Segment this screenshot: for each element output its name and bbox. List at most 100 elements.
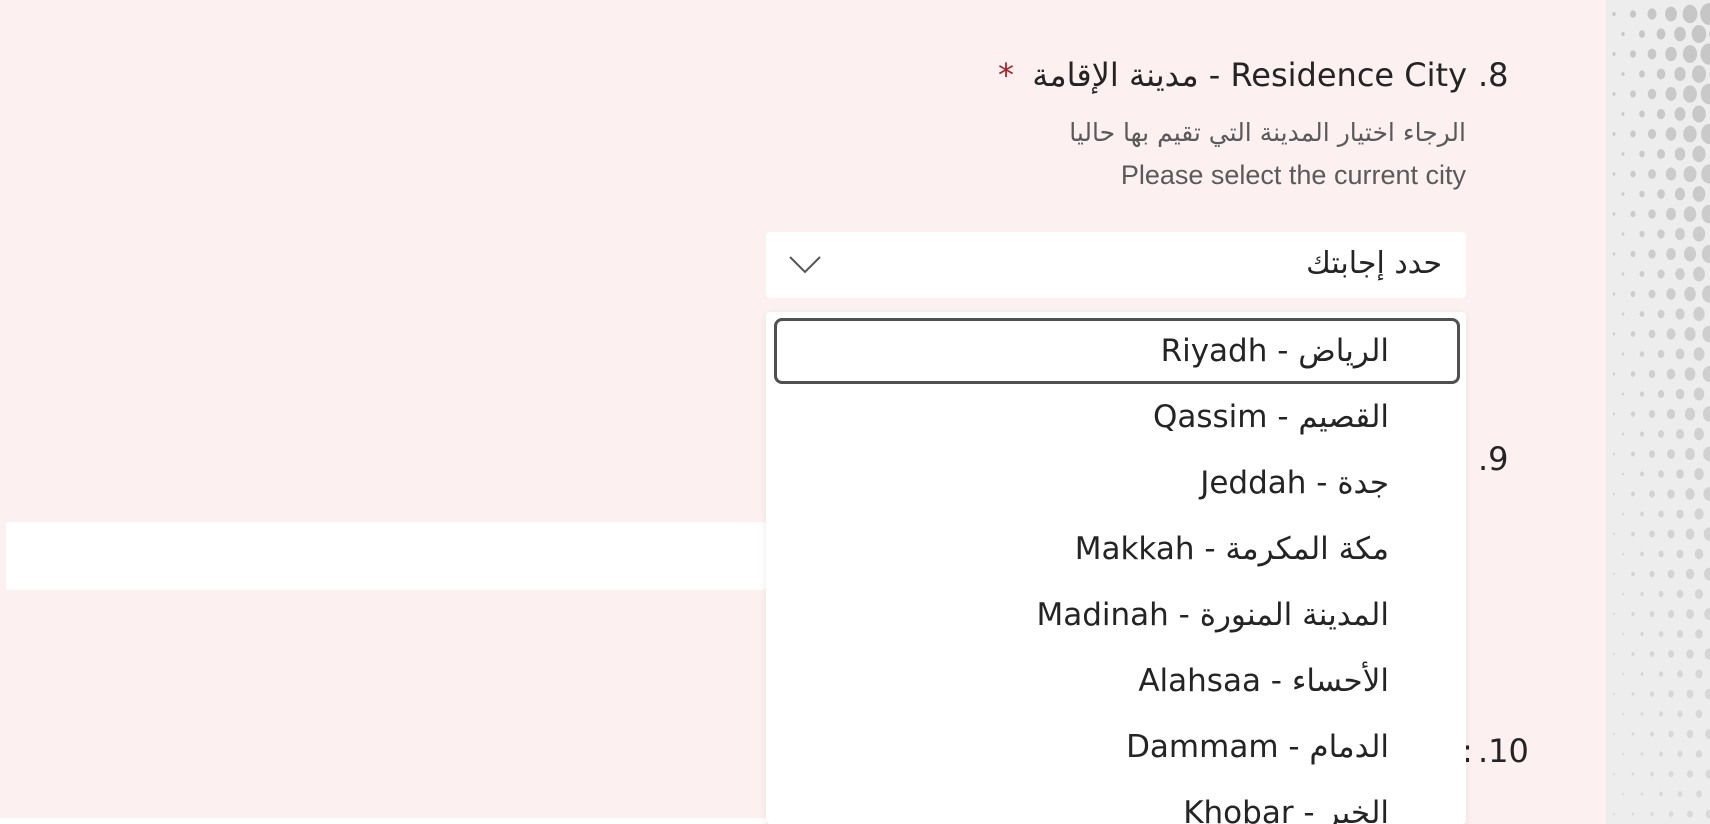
decorative-dot bbox=[1649, 691, 1655, 697]
decorative-dot bbox=[1657, 269, 1665, 279]
decorative-dot bbox=[1665, 6, 1677, 22]
decorative-dot bbox=[1695, 669, 1703, 679]
decorative-dot bbox=[1691, 24, 1707, 44]
decorative-dot bbox=[1686, 770, 1694, 778]
decorative-dot bbox=[1621, 272, 1625, 276]
decorative-dot bbox=[1613, 612, 1615, 616]
decorative-dot bbox=[1695, 709, 1703, 719]
decorative-dot bbox=[1621, 192, 1625, 196]
decorative-dot bbox=[1621, 472, 1625, 476]
decorative-dot bbox=[1612, 212, 1616, 216]
decorative-dot bbox=[1692, 226, 1706, 242]
decorative-dot bbox=[1649, 651, 1655, 657]
decorative-dot bbox=[1622, 632, 1624, 636]
decorative-dot bbox=[1612, 252, 1616, 256]
residence-city-select[interactable]: حدد إجابتك bbox=[766, 232, 1466, 298]
decorative-dot bbox=[1665, 127, 1677, 141]
decorative-dot bbox=[1674, 187, 1686, 201]
decorative-dot bbox=[1630, 291, 1636, 297]
decorative-dot bbox=[1656, 68, 1666, 80]
decorative-dot bbox=[1612, 372, 1616, 376]
decorative-dot bbox=[1649, 530, 1655, 538]
decorative-dot bbox=[1648, 249, 1656, 259]
decorative-dot bbox=[1686, 729, 1694, 739]
city-option[interactable]: Madinah - المدينة المنورة bbox=[774, 582, 1460, 648]
decorative-dot bbox=[1665, 167, 1677, 181]
decorative-dot bbox=[1700, 83, 1710, 105]
decorative-dot bbox=[1686, 649, 1694, 659]
decorative-dot bbox=[1700, 43, 1710, 65]
decorative-dot bbox=[1648, 329, 1656, 339]
decorative-dot bbox=[1705, 729, 1710, 739]
city-dropdown-list[interactable]: Riyadh - الرياض Qassim - القصيم Jeddah - ج… bbox=[766, 312, 1466, 824]
decorative-dot bbox=[1704, 648, 1710, 660]
decorative-dot bbox=[1701, 204, 1710, 224]
decorative-dot bbox=[1703, 446, 1710, 462]
decorative-dot bbox=[1683, 206, 1697, 222]
decorative-dot bbox=[1630, 371, 1636, 377]
decorative-dot bbox=[1694, 588, 1704, 600]
decorative-dot bbox=[1674, 26, 1686, 42]
required-indicator: * bbox=[998, 56, 1014, 94]
decorative-dot bbox=[1657, 189, 1665, 199]
decorative-dot bbox=[1701, 245, 1710, 263]
decorative-dot bbox=[1676, 429, 1684, 439]
decorative-dot bbox=[1668, 811, 1674, 817]
decorative-dot bbox=[1657, 149, 1665, 159]
decorative-dot bbox=[1682, 4, 1698, 24]
question-8-number: .8 bbox=[1478, 56, 1509, 94]
decorative-dot bbox=[1668, 730, 1674, 738]
decorative-dot bbox=[1630, 130, 1636, 138]
decorative-dot bbox=[1640, 591, 1644, 597]
decorative-dot bbox=[1639, 110, 1645, 118]
decorative-dot bbox=[1694, 468, 1704, 480]
decorative-dot bbox=[1668, 650, 1674, 658]
question-8-title: Residence City - مدينة الإقامة bbox=[1032, 56, 1467, 94]
decorative-dot bbox=[1667, 489, 1675, 499]
decorative-dot bbox=[1684, 367, 1696, 381]
city-option[interactable]: Khobar - الخبر bbox=[774, 780, 1460, 824]
decorative-dot bbox=[1612, 172, 1616, 176]
city-option[interactable]: Alahsaa - الأحساء bbox=[774, 648, 1460, 714]
decorative-dot bbox=[1621, 72, 1625, 76]
decorative-dot bbox=[1702, 285, 1710, 303]
decorative-dot bbox=[1622, 592, 1624, 596]
decorative-dot bbox=[1640, 672, 1644, 676]
decorative-dot bbox=[1693, 266, 1705, 282]
decorative-dot bbox=[1612, 452, 1616, 456]
decorative-dot bbox=[1658, 510, 1664, 518]
decorative-dot bbox=[1676, 589, 1684, 599]
decorative-dot bbox=[1639, 431, 1645, 437]
decorative-dot bbox=[1622, 673, 1624, 675]
city-option[interactable]: Jeddah - جدة bbox=[774, 450, 1460, 516]
decorative-dot bbox=[1676, 549, 1684, 559]
decorative-dot bbox=[1631, 491, 1635, 497]
decorative-dot bbox=[1640, 712, 1644, 716]
decorative-dot bbox=[1649, 611, 1655, 617]
decorative-dot bbox=[1696, 790, 1702, 798]
city-option[interactable]: Makkah - مكة المكرمة bbox=[774, 516, 1460, 582]
decorative-dot bbox=[1692, 145, 1706, 163]
decorative-dot bbox=[1665, 87, 1677, 101]
decorative-dot bbox=[1694, 427, 1704, 441]
decorative-dot bbox=[1647, 48, 1657, 60]
decorative-dot bbox=[1639, 230, 1645, 238]
decorative-dot bbox=[1676, 469, 1684, 479]
decorative-dot bbox=[1677, 670, 1683, 678]
decorative-dot bbox=[1630, 411, 1636, 417]
decorative-dot bbox=[1694, 508, 1704, 520]
city-option[interactable]: Riyadh - الرياض bbox=[774, 318, 1460, 384]
decorative-dot bbox=[1631, 571, 1635, 577]
decorative-dot bbox=[1667, 569, 1675, 579]
decorative-dot bbox=[1666, 408, 1676, 420]
decorative-dot bbox=[1630, 170, 1636, 178]
decorative-dot bbox=[1631, 692, 1635, 696]
decorative-dot bbox=[1612, 132, 1616, 136]
city-option[interactable]: Dammam - الدمام bbox=[774, 714, 1460, 780]
decorative-dot bbox=[1647, 88, 1657, 100]
decorative-dot bbox=[1622, 512, 1624, 516]
city-option[interactable]: Qassim - القصيم bbox=[774, 384, 1460, 450]
question-9-input[interactable] bbox=[6, 522, 766, 590]
decorative-dot bbox=[1648, 289, 1656, 299]
question-10-input[interactable] bbox=[0, 818, 766, 824]
